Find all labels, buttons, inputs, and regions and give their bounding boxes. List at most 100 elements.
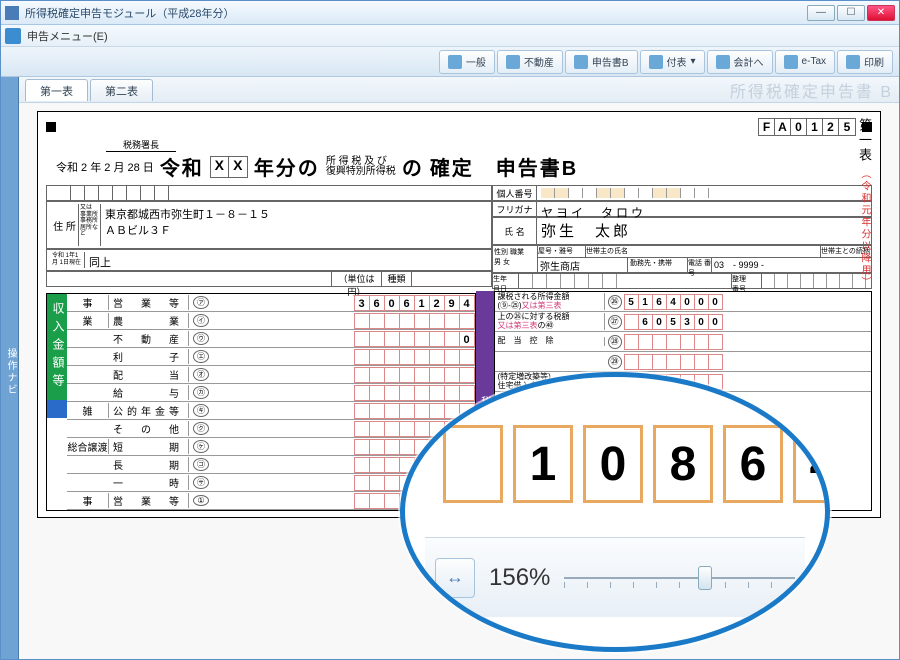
income-row: 配 当㋔ (67, 366, 475, 384)
link-icon (716, 55, 730, 69)
slider-ticks (564, 582, 795, 588)
close-button[interactable]: ✕ (867, 5, 895, 21)
era-label: 令和 (160, 152, 204, 181)
income-row: 総合譲渡短 期㋘ (67, 438, 475, 456)
phone-val: 03 - 9999 - (712, 258, 871, 272)
tool-etax[interactable]: e-Tax (775, 50, 835, 74)
doc-icon (649, 55, 663, 69)
tab-page2[interactable]: 第二表 (90, 79, 153, 101)
menu-icon (5, 28, 21, 44)
tool-print-label: 印刷 (864, 54, 884, 69)
etax-icon (784, 55, 798, 69)
titlebar: 所得税確定申告モジュール（平成28年分） — ☐ ✕ (1, 1, 899, 25)
era-year-cells: XX (210, 156, 248, 178)
doc-icon (506, 55, 520, 69)
blue-section-marker (47, 400, 67, 418)
name-label: 氏 名 (493, 218, 537, 244)
addr-line2: ＡＢビル３Ｆ (105, 222, 483, 238)
tool-appendix-label: 付表 (667, 54, 687, 69)
unit-label: （単位は円） (331, 272, 381, 286)
furi-val: ヤヨイ タロウ (537, 202, 871, 216)
tool-print[interactable]: 印刷 (837, 50, 893, 74)
minimize-button[interactable]: — (807, 5, 835, 21)
tool-general-label: 一般 (466, 54, 486, 69)
tool-etax-label: e-Tax (802, 56, 826, 67)
name-row: 氏 名 弥生 太郎 (492, 217, 872, 245)
tool-realestate-label: 不動産 (524, 54, 554, 69)
app-icon (5, 6, 19, 20)
tool-realestate[interactable]: 不動産 (497, 50, 563, 74)
kojin-label: 個人番号 (493, 186, 537, 200)
kojin-row: 個人番号 (492, 185, 872, 201)
furigana-row: フリガナ ヤヨイ タロウ (492, 201, 872, 217)
income-row: 事営 業 等㋐36061294 (67, 294, 475, 312)
type-label: 種類 (381, 272, 411, 286)
side-strip: 第一表 （令和元年分以降用） (855, 118, 874, 289)
income-row: 不 動 産㋒0 (67, 330, 475, 348)
addr-label: 住 所 (51, 204, 79, 246)
title-mid: 年分の (254, 152, 320, 181)
tax-row: 配 当 控 除㉘ (495, 332, 871, 352)
income-row: 給 与㋕ (67, 384, 475, 402)
tax-row: ㉙ (495, 352, 871, 372)
same-val: 同上 (85, 252, 487, 268)
zoom-slider[interactable] (564, 564, 795, 592)
print-icon (846, 55, 860, 69)
title-sub1: 所 得 税 及 び (326, 157, 396, 167)
zoom-callout: 10864 ↔ 156% (400, 372, 830, 652)
income-row: 業農 業㋑ (67, 312, 475, 330)
office-label: 税務署長 (106, 138, 176, 152)
furi-label: フリガナ (493, 202, 537, 216)
name-val: 弥生 太郎 (537, 218, 871, 244)
birth-cells (519, 274, 731, 288)
black-marker (46, 122, 56, 132)
strip-main: 第一表 (857, 118, 872, 163)
magnified-cells: 10864 (443, 425, 830, 503)
sub-tabs: 第一表 第二表 所得税確定申告書 B (19, 77, 899, 103)
income-row: 雑公的年金等㋖ (67, 402, 475, 420)
form-type-label: 所得税確定申告書 B (730, 78, 893, 102)
arrows-icon: ↔ (446, 567, 464, 588)
income-section-label: 収入金額等 (47, 294, 67, 400)
side-nav-tab[interactable]: 操作ナビ (1, 77, 19, 659)
title-end: 確定 申告書B (430, 152, 578, 181)
tax-row: 課税される所得金額(⑨-㉕)又は第三表㉖5164000 (495, 292, 871, 312)
menu-label[interactable]: 申告メニュー(E) (27, 28, 108, 44)
tool-formb-label: 申告書B (592, 54, 629, 69)
tool-appendix[interactable]: 付表 ▾ (640, 50, 705, 74)
zoom-statusbar: ↔ 156% (425, 537, 805, 617)
window-title: 所得税確定申告モジュール（平成28年分） (25, 5, 807, 21)
maximize-button[interactable]: ☐ (837, 5, 865, 21)
chevron-down-icon: ▾ (691, 56, 696, 67)
address-box: 住 所 又は 事業所 事務所 居所など 東京都城西市弥生町１－８－１５ ＡＢビル… (46, 201, 492, 249)
tab-page1[interactable]: 第一表 (25, 79, 88, 101)
strip-sub: （令和元年分以降用） (859, 169, 870, 289)
shop-val: 弥生商店 (538, 258, 628, 272)
seiri-label: 整理 番号 (731, 274, 761, 288)
toolbar: 一般 不動産 申告書B 付表 ▾ 会計へ e-Tax 印刷 (1, 47, 899, 77)
addr-side: 又は 事業所 事務所 居所など (79, 204, 101, 246)
title-no: の (402, 152, 424, 181)
same-addr-box: 令和 1年1月 1日現在 同上 (46, 249, 492, 271)
title-sub2: 復興特別所得税 (326, 167, 396, 177)
addr-line1: 東京都城西市弥生町１－８－１５ (105, 206, 483, 222)
postal-row (46, 185, 492, 201)
tool-general[interactable]: 一般 (439, 50, 495, 74)
slider-track (564, 577, 795, 579)
kojin-cells (537, 186, 871, 200)
income-row: そ の 他㋗ (67, 420, 475, 438)
zoom-percent: 156% (489, 564, 550, 592)
shop-label: 屋号・雅号 (538, 246, 586, 257)
phone-label: 電話 番号 (688, 258, 712, 272)
filing-date: 令和 2 年 2 月 28 日 (56, 159, 154, 175)
doc-icon (574, 55, 588, 69)
form-code: FA0125 (758, 118, 856, 136)
fit-width-button[interactable]: ↔ (435, 558, 475, 598)
tool-accounting-label: 会計へ (734, 54, 764, 69)
same-label: 令和 1年1月 1日現在 (51, 252, 85, 268)
slider-thumb[interactable] (698, 566, 712, 590)
tool-formb[interactable]: 申告書B (565, 50, 638, 74)
gender-occupation: 性別 職業男 女 (492, 245, 538, 273)
tool-accounting[interactable]: 会計へ (707, 50, 773, 74)
tax-row: 上の㉖に対する税額又は第三表の㊵㉗605300 (495, 312, 871, 332)
